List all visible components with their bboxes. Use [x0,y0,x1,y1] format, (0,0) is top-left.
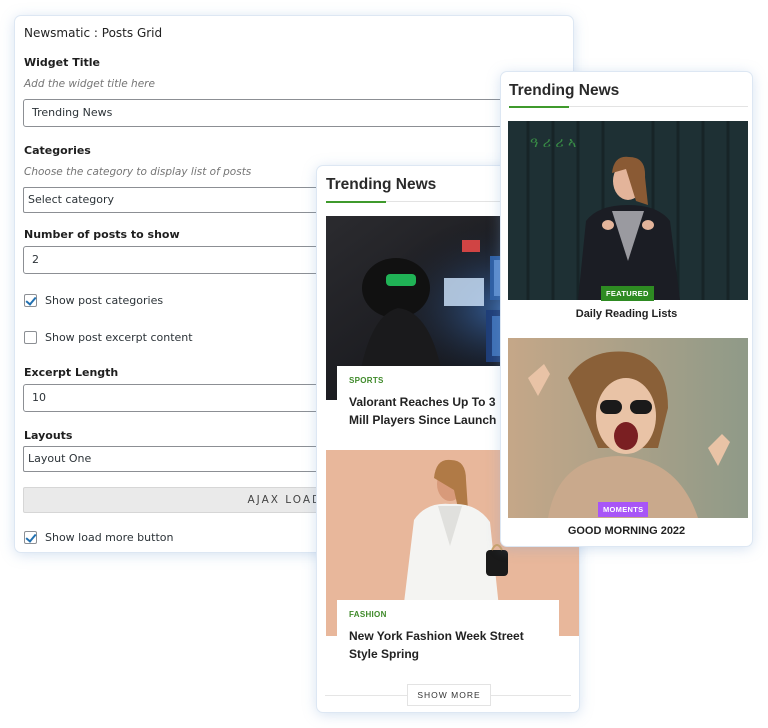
post-caption-1: SPORTS Valorant Reaches Up To 3 Mill Pla… [337,366,527,436]
widget-title-label: Widget Title [24,56,100,69]
widget-heading: Trending News [326,176,437,193]
heading-underline [509,106,748,108]
widget-title-input[interactable]: Trending News [23,99,563,127]
excerpt-length-label: Excerpt Length [24,366,119,379]
posts-grid-preview-layout-two: Trending News ዓ ሪ ሪ ኣ FEATURED Daily Rea… [501,72,752,546]
post-title-link[interactable]: Daily Reading Lists [501,308,752,320]
post-title-link[interactable]: GOOD MORNING 2022 [501,525,752,537]
show-load-more-checkbox[interactable]: Show load more button [24,531,173,544]
widget-title-hint: Add the widget title here [24,78,155,90]
checkbox-checked-icon[interactable] [24,531,37,544]
post-caption-2: FASHION New York Fashion Week Street Sty… [337,600,559,670]
checkbox-unchecked-icon[interactable] [24,331,37,344]
panel-title: Newsmatic : Posts Grid [24,26,163,40]
widget-heading: Trending News [509,82,620,99]
checkbox-checked-icon[interactable] [24,294,37,307]
post-title-link[interactable]: Valorant Reaches Up To 3 Mill Players Si… [349,393,515,429]
show-excerpt-label: Show post excerpt content [45,331,193,344]
post-badge-moments[interactable]: MOMENTS [598,502,649,517]
show-more-button[interactable]: SHOW MORE [407,684,491,706]
show-excerpt-checkbox[interactable]: Show post excerpt content [24,331,193,344]
show-load-more-label: Show load more button [45,531,174,544]
svg-text:ዓ ሪ ሪ ኣ: ዓ ሪ ሪ ኣ [530,135,576,151]
show-categories-checkbox[interactable]: Show post categories [24,294,163,307]
post-category-link[interactable]: SPORTS [349,376,515,385]
post-image-morning[interactable] [508,338,748,518]
post-title-link[interactable]: New York Fashion Week Street Style Sprin… [349,627,547,663]
categories-label: Categories [24,144,91,157]
layouts-label: Layouts [24,429,73,442]
post-category-link[interactable]: FASHION [349,610,547,619]
post-badge-featured[interactable]: FEATURED [601,286,654,301]
show-categories-label: Show post categories [45,294,164,307]
categories-hint: Choose the category to display list of p… [24,166,252,178]
posts-count-label: Number of posts to show [24,228,180,241]
post-image-reading[interactable]: ዓ ሪ ሪ ኣ [508,121,748,300]
